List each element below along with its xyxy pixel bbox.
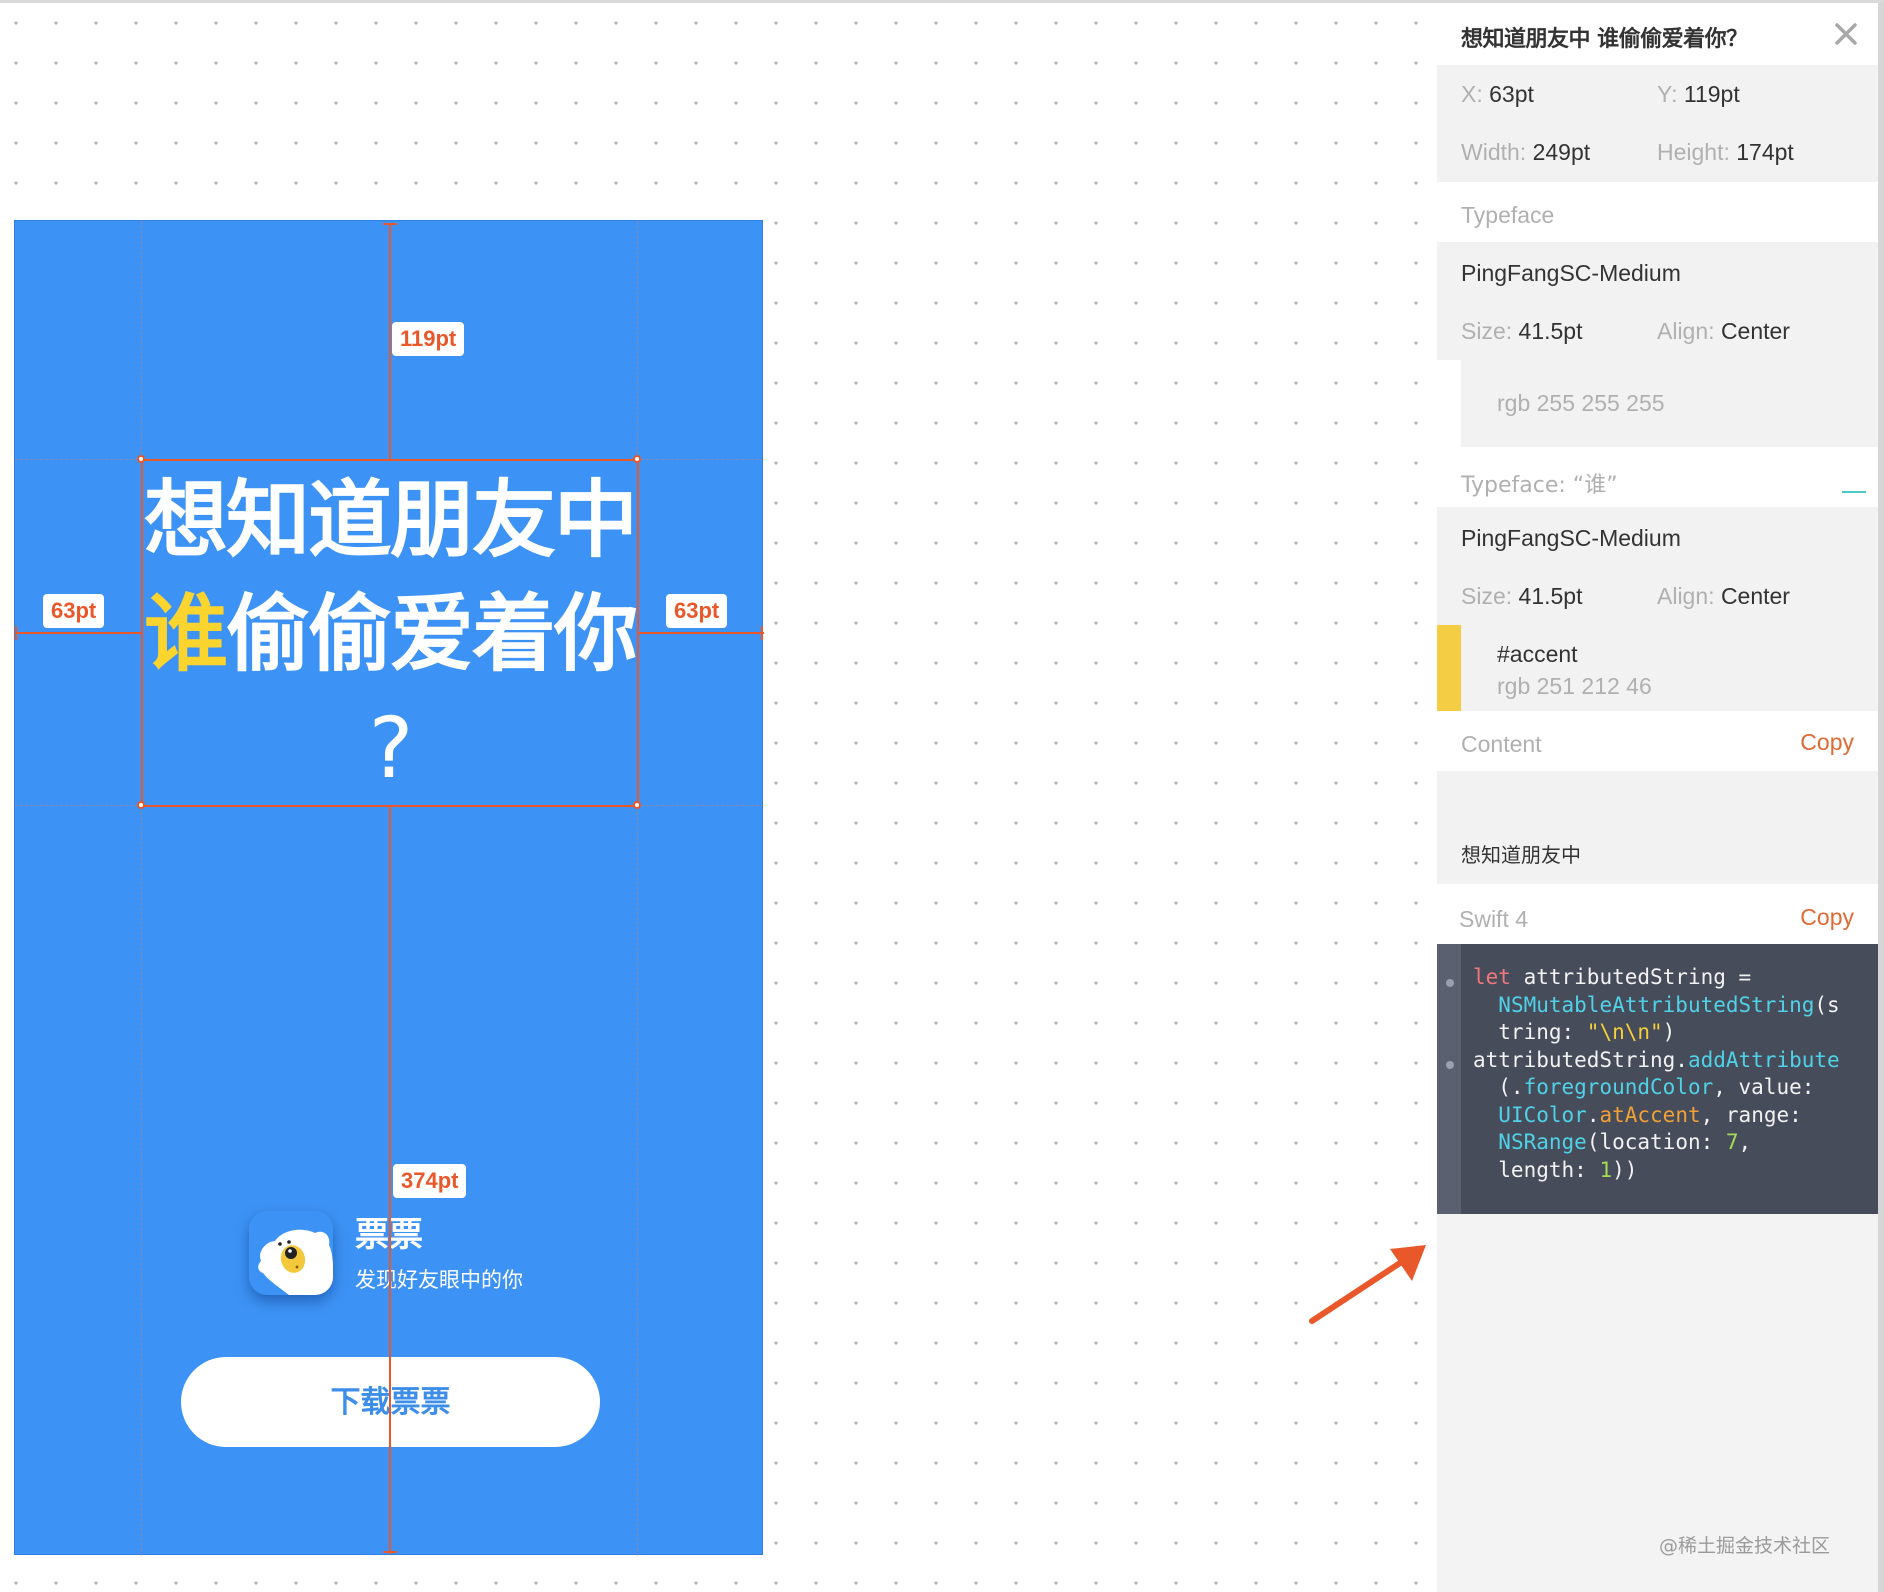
typeface-color-rgb: rgb 255 255 255 bbox=[1497, 390, 1665, 416]
accent-size[interactable]: Size: 41.5pt bbox=[1461, 583, 1582, 610]
size-label: Size: bbox=[1461, 318, 1513, 344]
typeface-accent-heading: Typeface: “谁” bbox=[1461, 473, 1618, 498]
accent-color-row[interactable]: #accent rgb 251 212 46 bbox=[1437, 625, 1878, 711]
selection-handle-top-left[interactable] bbox=[137, 455, 145, 463]
y-field[interactable]: Y: 119pt bbox=[1657, 81, 1740, 108]
accent-align[interactable]: Align: Center bbox=[1657, 583, 1790, 610]
selection-handle-bottom-right[interactable] bbox=[633, 801, 641, 809]
accent-color-name: #accent bbox=[1497, 641, 1578, 667]
inspector-header: 想知道朋友中 谁偷偷爱着你？ bbox=[1437, 3, 1878, 65]
measure-tick bbox=[761, 626, 763, 640]
inspector-panel: 想知道朋友中 谁偷偷爱着你？ X: 63pt Y: 119pt Width: 2… bbox=[1437, 3, 1878, 1592]
color-swatch-white bbox=[1437, 360, 1461, 447]
accent-font-name[interactable]: PingFangSC-Medium bbox=[1461, 525, 1681, 552]
polar-bear-icon bbox=[249, 1211, 333, 1295]
content-section: 想知道朋友中 谁偷偷爱着你 ? bbox=[1437, 771, 1878, 1035]
y-label: Y: bbox=[1657, 81, 1678, 107]
close-icon bbox=[1835, 23, 1857, 45]
typeface-section: PingFangSC-Medium Size: 41.5pt Align: Ce… bbox=[1437, 242, 1878, 360]
typeface-align[interactable]: Align: Center bbox=[1657, 318, 1790, 345]
measure-label-bottom: 374pt bbox=[393, 1164, 467, 1198]
code-gutter bbox=[1437, 944, 1461, 1214]
content-heading-row: Content Copy bbox=[1437, 711, 1878, 771]
align-value: Center bbox=[1720, 583, 1790, 609]
accent-color-rgb: rgb 251 212 46 bbox=[1497, 673, 1652, 699]
typeface-size[interactable]: Size: 41.5pt bbox=[1461, 318, 1582, 345]
width-label: Width: bbox=[1461, 139, 1527, 165]
panel-scrollbar-edge[interactable] bbox=[1878, 3, 1884, 1592]
selection-box bbox=[141, 459, 639, 807]
swift-code: let attributedString = NSMutableAttribut… bbox=[1473, 965, 1840, 1182]
guide-line-left bbox=[141, 221, 142, 1556]
selection-handle-bottom-left[interactable] bbox=[137, 801, 145, 809]
measure-label-top: 119pt bbox=[392, 322, 465, 356]
close-button[interactable] bbox=[1831, 19, 1861, 49]
content-heading: Content bbox=[1461, 731, 1542, 757]
align-value: Center bbox=[1720, 318, 1790, 344]
typeface-heading-row: Typeface bbox=[1437, 182, 1878, 242]
copy-swift-button[interactable]: Copy bbox=[1800, 904, 1854, 931]
measure-line-left bbox=[15, 632, 141, 634]
measure-label-right: 63pt bbox=[666, 594, 728, 628]
artboard[interactable]: 想知道朋友中 谁偷偷爱着你 ? 119pt 63pt 63pt 票票 发现好友眼… bbox=[14, 220, 764, 1556]
x-field[interactable]: X: 63pt bbox=[1461, 81, 1534, 108]
swift-heading: Swift 4 bbox=[1459, 906, 1529, 932]
y-value: 119pt bbox=[1683, 81, 1740, 107]
typeface-accent-section: PingFangSC-Medium Size: 41.5pt Align: Ce… bbox=[1437, 507, 1878, 625]
width-field[interactable]: Width: 249pt bbox=[1461, 139, 1590, 166]
typeface-heading: Typeface bbox=[1461, 202, 1555, 228]
width-value: 249pt bbox=[1532, 139, 1591, 165]
app-name: 票票 bbox=[355, 1216, 423, 1254]
watermark: @稀土掘金技术社区 bbox=[1658, 1535, 1830, 1557]
typeface-accent-heading-row: Typeface: “谁” bbox=[1437, 447, 1878, 507]
x-value: 63pt bbox=[1489, 81, 1534, 107]
size-value: 41.5pt bbox=[1518, 583, 1583, 609]
height-value: 174pt bbox=[1736, 139, 1794, 165]
swift-heading-row: Swift 4 Copy bbox=[1437, 884, 1878, 944]
line-marker-icon bbox=[1446, 1061, 1454, 1069]
app-info: 票票 发现好友眼中的你 bbox=[249, 1211, 523, 1295]
copy-content-button[interactable]: Copy bbox=[1800, 729, 1854, 756]
content-line-1: 想知道朋友中 bbox=[1461, 843, 1581, 867]
color-swatch-accent bbox=[1437, 625, 1461, 711]
swift-code-block[interactable]: let attributedString = NSMutableAttribut… bbox=[1437, 944, 1878, 1214]
measure-tick bbox=[15, 626, 17, 640]
position-section: X: 63pt Y: 119pt Width: 249pt Height: 17… bbox=[1437, 65, 1878, 182]
typeface-font-name[interactable]: PingFangSC-Medium bbox=[1461, 260, 1681, 287]
size-label: Size: bbox=[1461, 583, 1513, 609]
collapse-indicator-icon[interactable] bbox=[1842, 491, 1866, 493]
x-label: X: bbox=[1461, 81, 1483, 107]
size-value: 41.5pt bbox=[1518, 318, 1583, 344]
height-field[interactable]: Height: 174pt bbox=[1657, 139, 1794, 166]
guide-line-right bbox=[637, 221, 638, 1556]
measure-line-top bbox=[389, 223, 391, 459]
height-label: Height: bbox=[1657, 139, 1730, 165]
measure-line-right bbox=[639, 632, 764, 634]
measure-tick bbox=[383, 223, 397, 225]
selection-handle-top-right[interactable] bbox=[633, 455, 641, 463]
typeface-color-row[interactable]: rgb 255 255 255 bbox=[1437, 360, 1878, 447]
annotation-arrow-icon bbox=[1309, 1245, 1426, 1324]
line-marker-icon bbox=[1446, 979, 1454, 987]
app-tagline: 发现好友眼中的你 bbox=[355, 1269, 523, 1292]
align-label: Align: bbox=[1657, 318, 1715, 344]
align-label: Align: bbox=[1657, 583, 1715, 609]
inspector-title: 想知道朋友中 谁偷偷爱着你？ bbox=[1461, 27, 1748, 52]
measure-tick bbox=[383, 1551, 397, 1553]
measure-label-left: 63pt bbox=[43, 594, 105, 628]
measure-line-bottom bbox=[389, 807, 391, 1554]
